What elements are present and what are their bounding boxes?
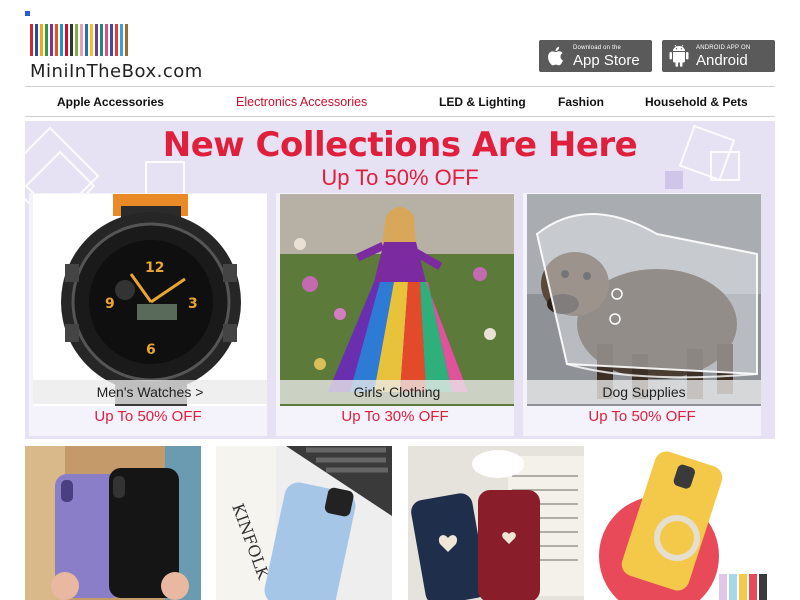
logo-stripe <box>90 24 93 56</box>
logo-text: MiniInTheBox.com <box>30 61 203 82</box>
android-icon <box>662 40 696 72</box>
android-badge[interactable]: ANDROID APP ON Android <box>662 40 775 72</box>
android-small-label: ANDROID APP ON <box>696 44 751 51</box>
corner-marker <box>25 11 30 16</box>
nav-electronics-accessories[interactable]: Electronics Accessories <box>236 95 367 109</box>
apple-icon <box>539 40 573 72</box>
logo-stripe <box>125 24 128 56</box>
card-offer-dog-supplies: Up To 50% OFF <box>588 408 696 425</box>
banner-title: New Collections Are Here <box>162 125 638 165</box>
logo-stripe <box>45 24 48 56</box>
card-label-dog-supplies[interactable]: Dog Supplies <box>527 384 761 400</box>
appstore-small-label: Download on the <box>573 44 622 51</box>
logo-stripe <box>65 24 68 56</box>
logo-stripe <box>85 24 88 56</box>
card-dog-supplies[interactable]: Dog Supplies Up To 50% OFF <box>523 193 761 436</box>
card-label-girls-clothing[interactable]: Girls' Clothing <box>280 384 514 400</box>
app-store-badge[interactable]: Download on the App Store <box>539 40 652 72</box>
card-label-band: Girls' Clothing <box>280 380 514 404</box>
logo-stripe <box>40 24 43 56</box>
card-mens-watches[interactable]: 12 3 6 9 Men's Watches > Up To 50% OFF <box>29 193 267 436</box>
banner-subtitle: Up To 50% OFF <box>321 165 479 190</box>
promo-banner[interactable]: New Collections Are Here Up To 50% OFF 1… <box>25 121 775 439</box>
logo-stripe <box>115 24 118 56</box>
svg-text:6: 6 <box>146 342 156 358</box>
logo-stripe <box>75 24 78 56</box>
card-label-mens-watches[interactable]: Men's Watches > <box>33 384 267 400</box>
dog-raincoat-image <box>527 194 761 406</box>
appstore-big-label: App Store <box>573 51 640 69</box>
product-thumb-heart-cases[interactable] <box>408 446 584 600</box>
logo-stripe <box>105 24 108 56</box>
nav-fashion[interactable]: Fashion <box>558 95 604 109</box>
logo-stripe <box>110 24 113 56</box>
card-label-band: Men's Watches > <box>33 380 267 404</box>
nav-apple-accessories[interactable]: Apple Accessories <box>57 95 164 109</box>
svg-text:9: 9 <box>105 296 115 312</box>
card-offer-mens-watches: Up To 50% OFF <box>94 408 202 425</box>
logo-stripe <box>30 24 33 56</box>
logo-stripe <box>35 24 38 56</box>
card-offer-girls-clothing: Up To 30% OFF <box>341 408 449 425</box>
logo-stripe <box>60 24 63 56</box>
nav-led-lighting[interactable]: LED & Lighting <box>439 95 526 109</box>
site-logo[interactable]: MiniInTheBox.com <box>30 24 213 82</box>
product-thumb-purple-black-cases[interactable] <box>25 446 201 600</box>
svg-text:3: 3 <box>188 296 198 312</box>
girl-rainbow-dress-image <box>280 194 514 406</box>
mens-watch-image: 12 3 6 9 <box>33 194 267 406</box>
logo-stripe <box>70 24 73 56</box>
product-thumb-light-blue-case[interactable]: KINFOLK <box>216 446 392 600</box>
logo-stripes <box>30 24 128 56</box>
nav-household-pets[interactable]: Household & Pets <box>645 95 748 109</box>
card-label-band: Dog Supplies <box>527 380 761 404</box>
product-thumb-yellow-ring-case[interactable] <box>599 446 775 600</box>
svg-text:12: 12 <box>145 260 164 276</box>
android-big-label: Android <box>696 51 748 69</box>
logo-stripe <box>100 24 103 56</box>
logo-stripe <box>95 24 98 56</box>
category-nav: Apple Accessories Electronics Accessorie… <box>25 86 775 117</box>
card-girls-clothing[interactable]: Girls' Clothing Up To 30% OFF <box>276 193 514 436</box>
logo-stripe <box>55 24 58 56</box>
logo-stripe <box>120 24 123 56</box>
logo-stripe <box>50 24 53 56</box>
logo-stripe <box>80 24 83 56</box>
